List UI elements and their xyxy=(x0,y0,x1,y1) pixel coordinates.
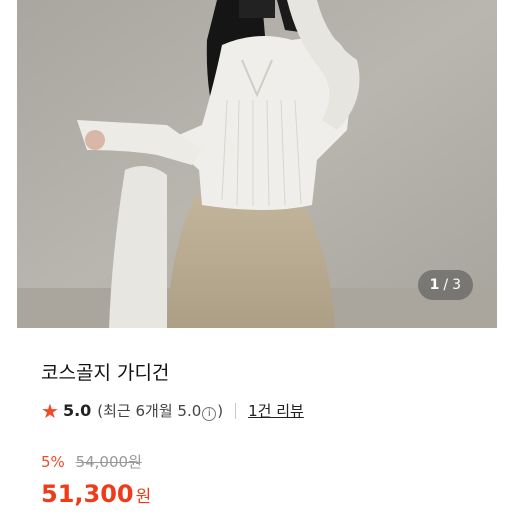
product-image[interactable]: 1 / 3 xyxy=(17,0,497,328)
product-card: 1 / 3 코스골지 가디건 ★ 5.0 (최근 6개월 5.0 i) 1건 리뷰… xyxy=(17,0,497,514)
product-title: 코스골지 가디건 xyxy=(41,362,170,384)
recent-rating-close: ) xyxy=(217,402,224,420)
pager-current: 1 xyxy=(429,277,440,293)
price-discount-row: 5% 54,000원 xyxy=(41,451,142,472)
reviews-link[interactable]: 1건 리뷰 xyxy=(248,400,304,421)
recent-rating: (최근 6개월 5.0 i) xyxy=(97,400,223,421)
rating-row: ★ 5.0 (최근 6개월 5.0 i) 1건 리뷰 xyxy=(41,400,304,421)
currency-unit: 원 xyxy=(135,487,152,507)
recent-rating-text: (최근 6개월 5.0 xyxy=(97,402,202,420)
original-price: 54,000원 xyxy=(75,453,142,471)
final-price: 51,300 xyxy=(41,480,134,508)
star-icon: ★ xyxy=(41,398,59,423)
info-icon[interactable]: i xyxy=(202,406,217,421)
pager-total: 3 xyxy=(452,277,461,293)
final-price-row: 51,300 원 xyxy=(41,480,151,508)
rating-score: 5.0 xyxy=(62,401,92,420)
image-pager: 1 / 3 xyxy=(417,270,473,300)
discount-rate: 5% xyxy=(41,453,65,471)
pager-separator: / xyxy=(443,277,449,293)
divider xyxy=(235,402,237,419)
